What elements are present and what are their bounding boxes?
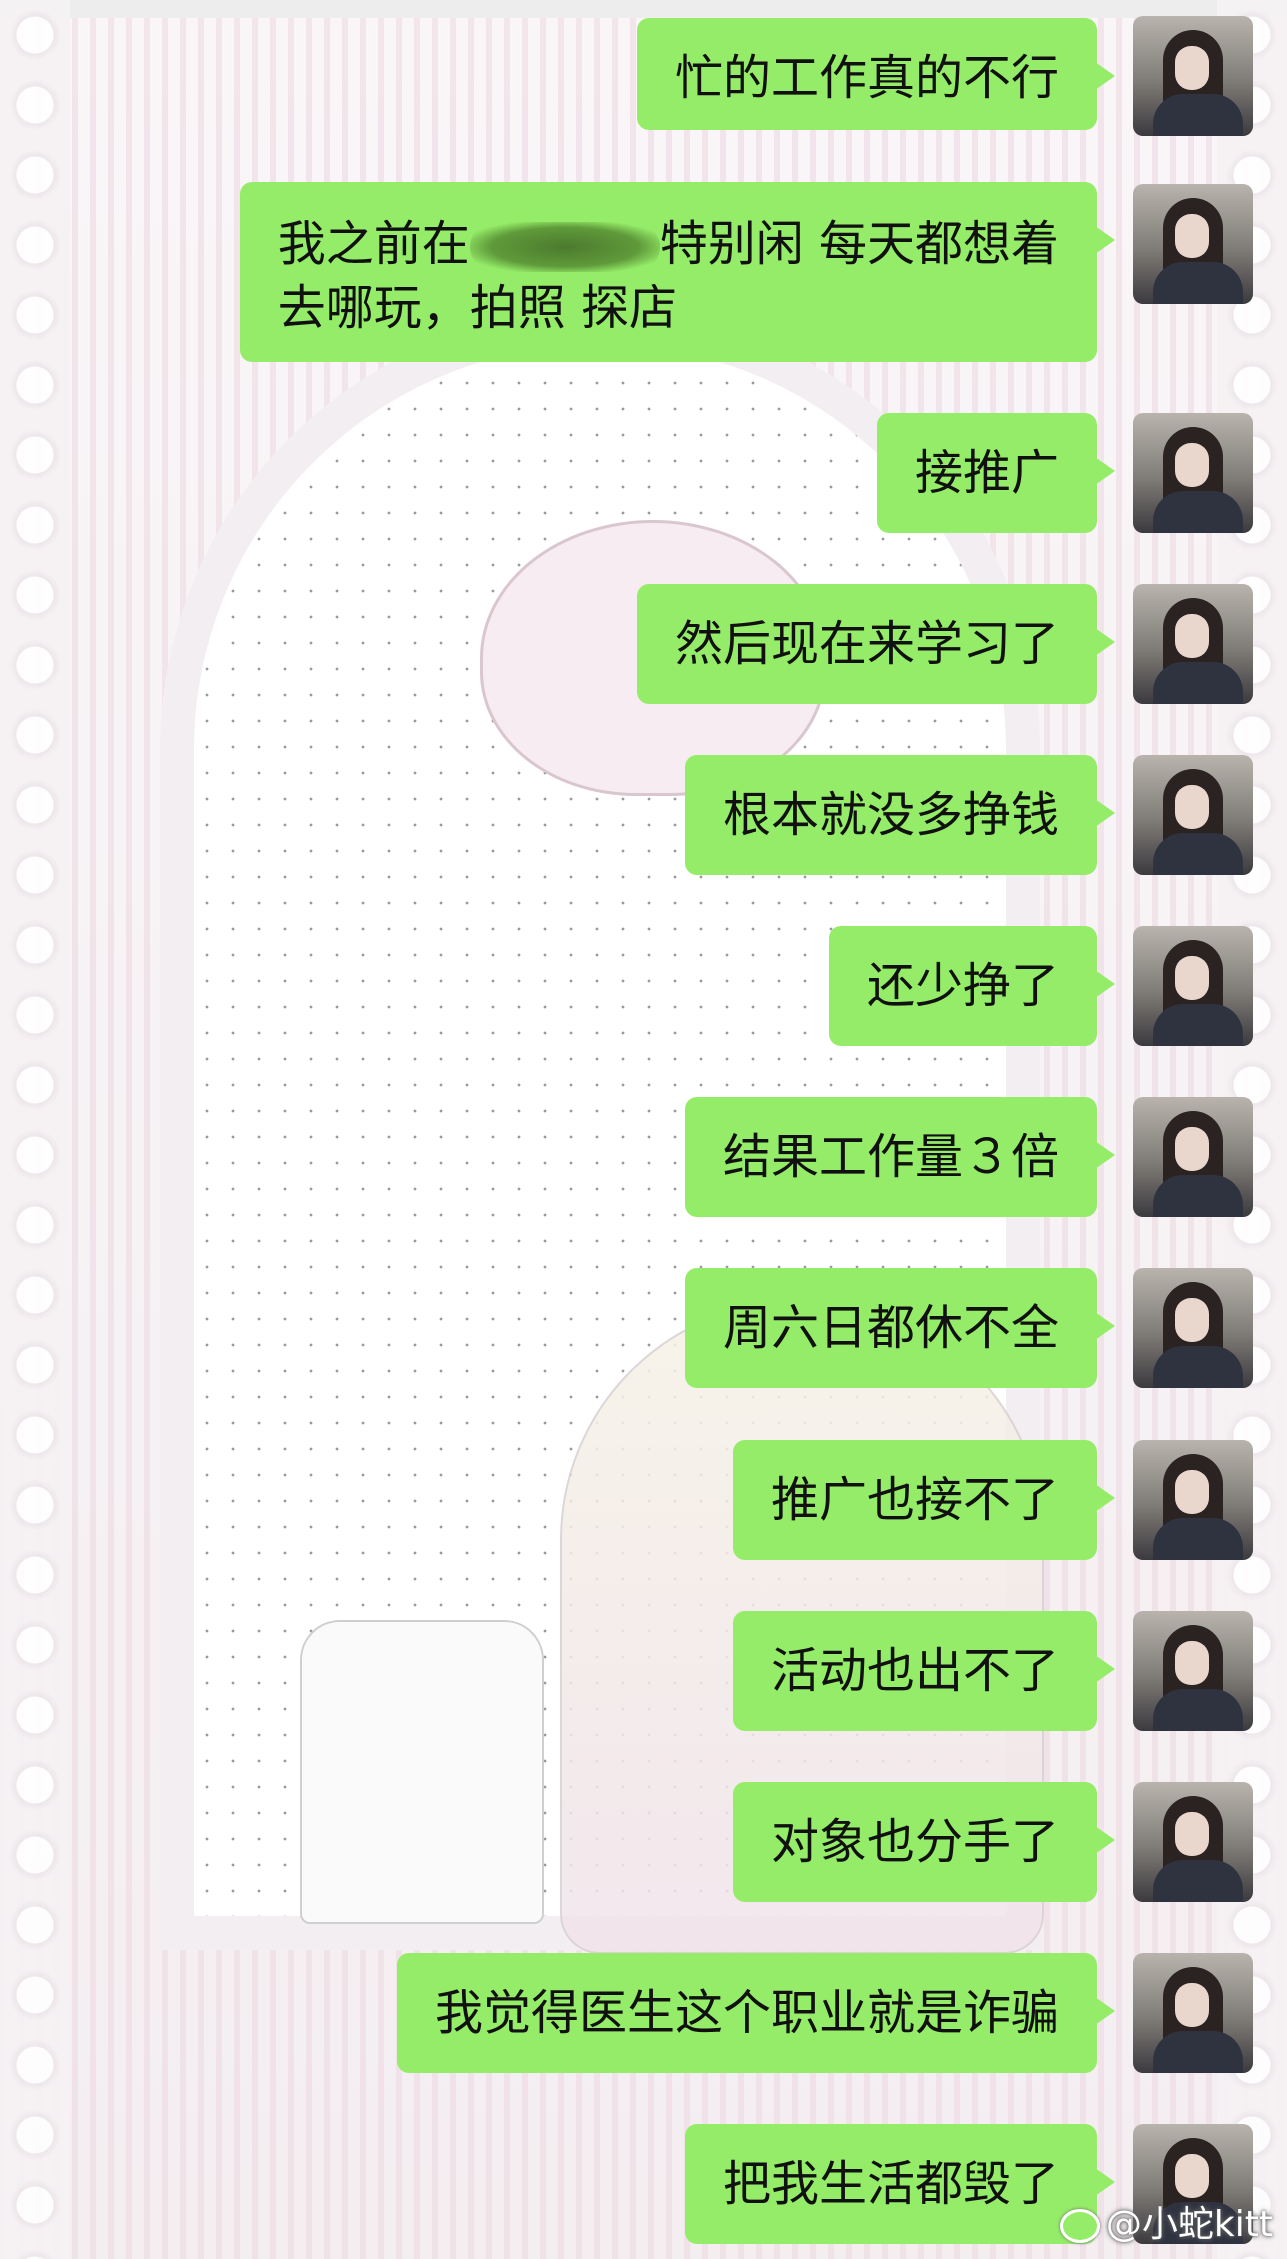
message-text: 还少挣了 (866, 958, 1059, 1014)
watermark-text: @小蛇kitt (1105, 2204, 1273, 2245)
message-text: 把我生活都毁了 (722, 2156, 1059, 2212)
user-avatar[interactable] (1133, 584, 1253, 704)
watermark: @小蛇kitt (1059, 2195, 1273, 2247)
message-text: 我觉得医生这个职业就是诈骗 (434, 1985, 1059, 2041)
message-text: 接推广 (914, 445, 1059, 501)
message-bubble[interactable]: 忙的工作真的不行 (636, 18, 1116, 130)
message-text: 我之前在 (277, 216, 470, 272)
message-bubble[interactable]: 结果工作量３倍 (684, 1097, 1116, 1217)
message-bubble[interactable]: 接推广 (876, 413, 1116, 533)
user-avatar[interactable] (1133, 184, 1253, 304)
message-text: 特别闲 每天都想着 (659, 216, 1059, 272)
message-bubble[interactable]: 对象也分手了 (732, 1782, 1116, 1902)
message-bubble[interactable]: 然后现在来学习了 (636, 584, 1116, 704)
user-avatar[interactable] (1133, 926, 1253, 1046)
message-text: 活动也出不了 (770, 1643, 1059, 1699)
message-bubble[interactable]: 活动也出不了 (732, 1611, 1116, 1731)
user-avatar[interactable] (1133, 1097, 1253, 1217)
message-text: 结果工作量３倍 (722, 1129, 1059, 1185)
message-text: 根本就没多挣钱 (722, 787, 1059, 843)
message-text: 然后现在来学习了 (674, 616, 1059, 672)
message-text: 忙的工作真的不行 (674, 50, 1059, 106)
chat-message-list[interactable]: 忙的工作真的不行 我之前在 特别闲 每天都想着 去哪玩，拍照 探店 接推广 然后现… (0, 0, 1287, 2259)
user-avatar[interactable] (1133, 1953, 1253, 2073)
message-bubble[interactable]: 把我生活都毁了 (684, 2124, 1116, 2244)
message-bubble[interactable]: 我觉得医生这个职业就是诈骗 (396, 1953, 1116, 2073)
user-avatar[interactable] (1133, 1611, 1253, 1731)
message-bubble[interactable]: 还少挣了 (828, 926, 1116, 1046)
user-avatar[interactable] (1133, 16, 1253, 136)
message-bubble[interactable]: 我之前在 特别闲 每天都想着 去哪玩，拍照 探店 (239, 182, 1116, 362)
message-bubble[interactable]: 周六日都休不全 (684, 1268, 1116, 1388)
message-bubble[interactable]: 推广也接不了 (732, 1440, 1116, 1560)
message-bubble[interactable]: 根本就没多挣钱 (684, 755, 1116, 875)
user-avatar[interactable] (1133, 1782, 1253, 1902)
weibo-logo-icon (1059, 2209, 1100, 2243)
message-text: 对象也分手了 (770, 1814, 1059, 1870)
user-avatar[interactable] (1133, 413, 1253, 533)
message-text: 去哪玩，拍照 探店 (277, 280, 677, 336)
user-avatar[interactable] (1133, 1440, 1253, 1560)
user-avatar[interactable] (1133, 1268, 1253, 1388)
redacted-blur (469, 222, 660, 272)
message-text: 周六日都休不全 (722, 1300, 1059, 1356)
user-avatar[interactable] (1133, 755, 1253, 875)
message-text: 推广也接不了 (770, 1472, 1059, 1528)
